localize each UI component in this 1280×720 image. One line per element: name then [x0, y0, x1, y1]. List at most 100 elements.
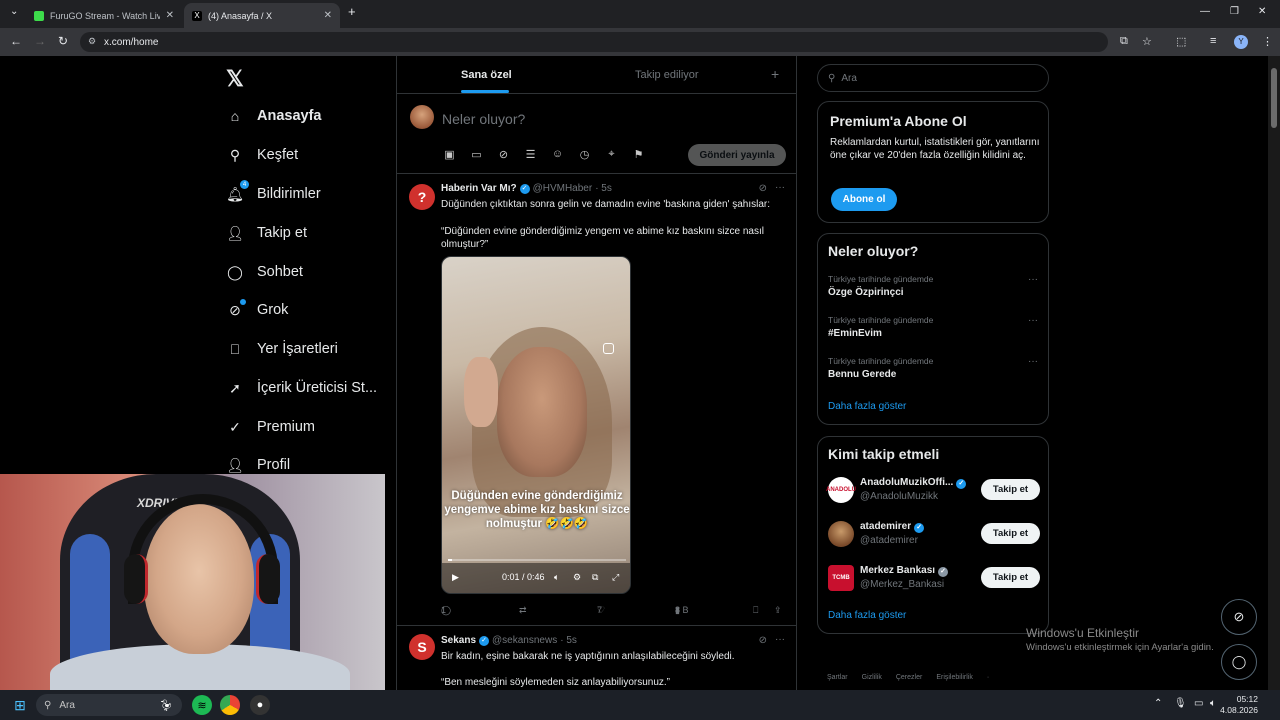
more-icon[interactable]: ··· — [775, 182, 785, 193]
avatar[interactable] — [410, 105, 434, 129]
add-tab-icon[interactable]: + — [771, 66, 779, 82]
sidebar-item-chat[interactable]: ◯ Sohbet — [226, 263, 303, 281]
media-icon[interactable]: ≡ — [1210, 35, 1216, 47]
follow-suggestion[interactable]: TCMB Merkez Bankası ✓ @Merkez_Bankasi Tak… — [828, 563, 1040, 595]
more-icon[interactable]: ··· — [1028, 274, 1038, 285]
sidebar-item-follow[interactable]: 👤︎ Takip et — [226, 224, 307, 242]
search-highlight-icon[interactable]: 🦆︎ — [156, 695, 176, 715]
play-icon[interactable]: ▶ — [452, 572, 459, 583]
grok-icon[interactable]: ⊘ — [759, 635, 767, 646]
new-tab-icon[interactable]: + — [348, 4, 356, 19]
extensions-icon[interactable]: ⬚ — [1176, 35, 1186, 48]
tweet[interactable]: ? Haberin Var Mı? ✓ @HVMHaber · 5s ⊘ ···… — [397, 174, 797, 626]
volume-icon[interactable]: 🔈︎ — [1210, 698, 1216, 709]
close-icon[interactable]: ✕ — [166, 10, 174, 21]
location-icon[interactable]: ⌖ — [603, 148, 620, 161]
fullscreen-icon[interactable]: ⤢ — [612, 572, 619, 583]
avatar[interactable]: S — [409, 634, 435, 660]
subscribe-button[interactable]: Abone ol — [831, 188, 897, 211]
sidebar-item-profile[interactable]: 👤︎ Profil — [226, 456, 290, 474]
emoji-icon[interactable]: ☺ — [549, 148, 566, 161]
sidebar-item-premium[interactable]: ✓ Premium — [226, 418, 315, 436]
post-button[interactable]: Gönderi yayınla — [688, 144, 786, 166]
bookmark-icon[interactable]: ⎕ — [753, 605, 758, 616]
schedule-icon[interactable]: ◷ — [576, 148, 593, 161]
tab-x-home[interactable]: X (4) Anasayfa / X ✕ — [184, 3, 340, 28]
avatar[interactable] — [828, 521, 854, 547]
avatar[interactable]: ANADOLU — [826, 477, 856, 503]
author-name[interactable]: Haberin Var Mı? — [441, 183, 517, 194]
sidebar-item-home[interactable]: ⌂ Anasayfa — [226, 107, 322, 125]
restore-icon[interactable]: ❐ — [1230, 6, 1239, 17]
sidebar-item-grok[interactable]: ⊘ Grok — [226, 299, 288, 319]
footer-link-terms[interactable]: Şartlar — [827, 674, 848, 681]
footer-link-accessibility[interactable]: Erişilebilirlik — [936, 674, 973, 681]
trends-show-more-link[interactable]: Daha fazla göster — [828, 401, 906, 412]
messages-fab-icon[interactable]: ◯ — [1221, 644, 1257, 680]
tab-following[interactable]: Takip ediliyor — [635, 69, 699, 81]
app-icon[interactable]: ● — [250, 695, 270, 715]
system-clock[interactable]: 05:12 4.08.2026 — [1220, 694, 1258, 716]
sidebar-item-bookmarks[interactable]: ⎕ Yer İşaretleri — [226, 340, 338, 358]
x-logo[interactable]: 𝕏 — [226, 66, 244, 92]
tab-furugo[interactable]: FuruGO Stream - Watch Live o ✕ — [26, 3, 182, 28]
follow-suggestion[interactable]: atademirer ✓ @atademirer Takip et — [828, 519, 1040, 551]
scrollbar-thumb[interactable] — [1271, 68, 1277, 128]
reload-icon[interactable]: ↻ — [58, 34, 68, 48]
grok-icon[interactable]: ⊘ — [759, 183, 767, 194]
tray-overflow-icon[interactable]: ⌃ — [1154, 698, 1162, 709]
follow-button[interactable]: Takip et — [981, 479, 1040, 500]
follow-show-more-link[interactable]: Daha fazla göster — [828, 610, 906, 621]
network-icon[interactable]: ▭ — [1194, 698, 1203, 709]
video-progress[interactable] — [448, 559, 626, 561]
footer-link-privacy[interactable]: Gizlilik — [862, 674, 882, 681]
windows-start-icon[interactable]: ⊞ — [10, 695, 30, 715]
url-field[interactable]: ⚙ x.com/home — [80, 32, 1108, 52]
bookmark-star-icon[interactable]: ☆ — [1142, 35, 1152, 48]
poll-icon[interactable]: ☰ — [522, 148, 539, 161]
follow-button[interactable]: Takip et — [981, 567, 1040, 588]
search-input[interactable]: ⚲ Ara — [817, 64, 1049, 92]
sidebar-item-explore[interactable]: ⚲ Keşfet — [226, 146, 298, 164]
gif-icon[interactable]: ▭ — [468, 148, 485, 161]
settings-icon[interactable]: ⚙ — [573, 572, 581, 583]
sidebar-item-notifications[interactable]: 🔔︎ 4 Bildirimler — [226, 180, 321, 203]
flag-icon[interactable]: ⚑ — [630, 148, 647, 161]
follow-button[interactable]: Takip et — [981, 523, 1040, 544]
chrome-icon[interactable] — [220, 695, 240, 715]
more-icon[interactable]: ··· — [1028, 356, 1038, 367]
close-window-icon[interactable]: ✕ — [1258, 6, 1266, 17]
tweet-time[interactable]: · 5s — [560, 635, 577, 646]
author-handle[interactable]: @HVMHaber — [533, 183, 593, 194]
volume-icon[interactable]: 🔈︎ — [554, 572, 559, 583]
more-icon[interactable]: ··· — [1028, 315, 1038, 326]
tweet[interactable]: S Sekans ✓ @sekansnews · 5s ⊘ ··· Bir ka… — [397, 626, 797, 690]
grok-fab-icon[interactable]: ⊘ — [1221, 599, 1257, 635]
tweet-time[interactable]: · 5s — [595, 183, 612, 194]
tab-search-icon[interactable]: ⌄ — [10, 6, 18, 17]
avatar[interactable]: ? — [409, 184, 435, 210]
footer-link-cookies[interactable]: Çerezler — [896, 674, 922, 681]
install-app-icon[interactable]: ⧉ — [1120, 35, 1128, 48]
author-name[interactable]: Sekans — [441, 635, 476, 646]
pip-icon[interactable]: ⧉ — [592, 572, 598, 583]
more-icon[interactable]: ··· — [775, 634, 785, 645]
avatar[interactable]: TCMB — [828, 565, 854, 591]
image-icon[interactable]: ▣ — [441, 148, 458, 161]
author-handle[interactable]: @sekansnews — [492, 635, 557, 646]
composer-input[interactable]: Neler oluyor? — [442, 111, 525, 127]
share-icon[interactable]: ⇪ — [774, 605, 782, 616]
back-icon[interactable]: ← — [10, 34, 22, 48]
grok-icon[interactable]: ⊘ — [495, 148, 512, 161]
close-icon[interactable]: ✕ — [324, 10, 332, 21]
site-info-icon[interactable]: ⚙ — [88, 36, 96, 47]
spotify-icon[interactable]: ≋ — [192, 695, 212, 715]
forward-icon[interactable]: → — [34, 34, 46, 48]
sidebar-item-creator-studio[interactable]: ➚ İçerik Üreticisi St... — [226, 379, 377, 397]
follow-suggestion[interactable]: ANADOLU AnadoluMuzikOffi... ✓ @AnadoluMuz… — [826, 475, 1040, 507]
minimize-icon[interactable]: — — [1200, 6, 1210, 17]
microphone-icon[interactable]: 🎙︎ — [1174, 698, 1187, 709]
page-scrollbar[interactable] — [1268, 56, 1280, 690]
tab-for-you[interactable]: Sana özel — [461, 69, 512, 81]
profile-avatar[interactable]: Y — [1234, 35, 1248, 49]
